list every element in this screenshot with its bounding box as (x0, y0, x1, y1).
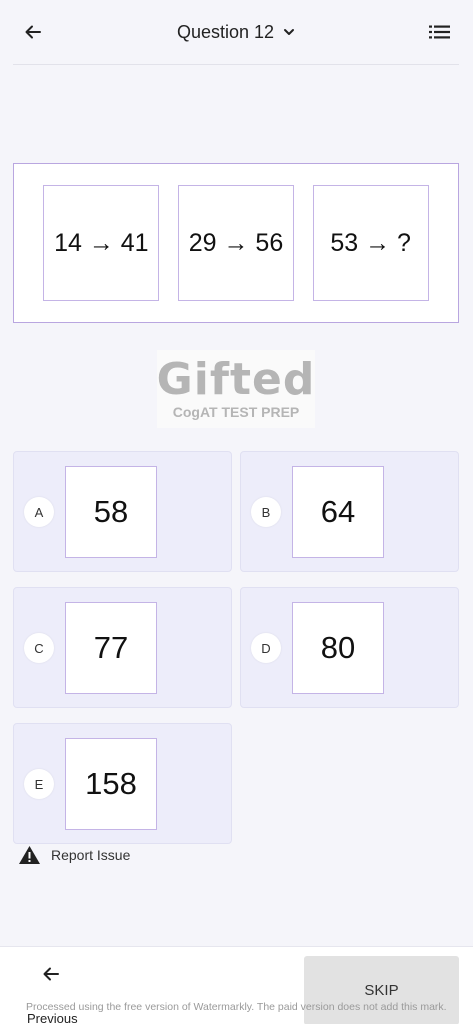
header-divider (13, 64, 459, 65)
answer-option-b[interactable]: B 64 (240, 451, 459, 572)
option-value: 80 (292, 602, 384, 694)
option-letter: E (24, 769, 54, 799)
option-letter: B (251, 497, 281, 527)
arrow-left-icon (25, 25, 41, 39)
option-letter: D (251, 633, 281, 663)
question-pair: 53 → ? (312, 185, 429, 301)
option-value: 158 (65, 738, 157, 830)
arrow-left-icon (43, 967, 59, 981)
option-value: 64 (292, 466, 384, 558)
answer-option-d[interactable]: D 80 (240, 587, 459, 708)
list-icon (428, 25, 450, 39)
warning-icon (19, 846, 40, 864)
option-value: 77 (65, 602, 157, 694)
question-list-button[interactable] (423, 15, 457, 49)
question-pair: 14 → 41 (43, 185, 160, 301)
back-button[interactable] (16, 15, 50, 49)
watermark-text: Processed using the free version of Wate… (26, 1001, 447, 1013)
question-pair: 29 → 56 (177, 185, 294, 301)
question-panel: 14 → 41 29 → 56 53 → ? (13, 163, 459, 323)
answer-option-e[interactable]: E 158 (13, 723, 232, 844)
option-letter: C (24, 633, 54, 663)
option-letter: A (24, 497, 54, 527)
report-issue-label: Report Issue (51, 847, 131, 863)
answer-option-c[interactable]: C 77 (13, 587, 232, 708)
answer-option-a[interactable]: A 58 (13, 451, 232, 572)
app-header: Question 12 (0, 0, 473, 64)
option-value: 58 (65, 466, 157, 558)
chevron-down-icon (284, 29, 295, 35)
gifted-logo: Gifted CogAT TEST PREP (157, 350, 315, 428)
logo-wordmark: Gifted (156, 354, 316, 405)
question-selector[interactable]: Question 12 (177, 22, 296, 43)
page-title: Question 12 (176, 21, 275, 42)
logo-tagline: CogAT TEST PREP (172, 404, 300, 420)
report-issue-link[interactable]: Report Issue (18, 845, 130, 865)
skip-button[interactable]: SKIP (304, 956, 459, 1024)
